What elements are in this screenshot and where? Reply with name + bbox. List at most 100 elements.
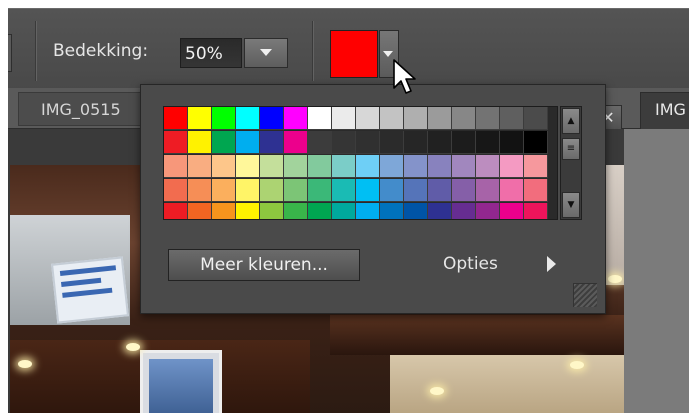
color-swatch-grid <box>163 106 558 220</box>
color-swatch-cell[interactable] <box>428 179 452 202</box>
color-swatch-cell[interactable] <box>236 155 260 178</box>
color-swatch-cell[interactable] <box>404 107 428 130</box>
color-swatch-cell[interactable] <box>380 203 404 219</box>
editor-window: Bedekking: 50% IMG_0515 ✕ IMG ▲ ≡ ▼ Meer… <box>8 8 689 413</box>
chevron-down-icon <box>260 49 272 56</box>
color-swatch-cell[interactable] <box>188 155 212 178</box>
more-colors-button[interactable]: Meer kleuren... <box>168 249 360 281</box>
color-swatch-cell[interactable] <box>284 203 308 219</box>
color-swatch-cell[interactable] <box>476 131 500 154</box>
color-swatch-cell[interactable] <box>500 107 524 130</box>
color-swatch-cell[interactable] <box>260 107 284 130</box>
color-swatch-cell[interactable] <box>452 179 476 202</box>
color-swatch-cell[interactable] <box>452 131 476 154</box>
color-swatch-cell[interactable] <box>164 155 188 178</box>
color-swatch-cell[interactable] <box>524 107 548 130</box>
resize-grip[interactable] <box>573 283 597 307</box>
scroll-down-button[interactable]: ▼ <box>562 192 580 218</box>
color-swatch-cell[interactable] <box>452 203 476 219</box>
arrow-right-icon[interactable] <box>547 256 556 272</box>
color-swatch-cell[interactable] <box>476 107 500 130</box>
color-swatch-cell[interactable] <box>476 155 500 178</box>
color-swatch-cell[interactable] <box>524 155 548 178</box>
color-swatch-cell[interactable] <box>332 203 356 219</box>
color-swatch-cell[interactable] <box>404 155 428 178</box>
color-swatch-cell[interactable] <box>476 179 500 202</box>
color-swatch-cell[interactable] <box>308 131 332 154</box>
color-swatch-cell[interactable] <box>380 179 404 202</box>
color-swatch-cell[interactable] <box>236 131 260 154</box>
color-swatch-cell[interactable] <box>284 179 308 202</box>
color-swatch-cell[interactable] <box>380 155 404 178</box>
color-swatch-cell[interactable] <box>404 179 428 202</box>
color-swatch-cell[interactable] <box>284 107 308 130</box>
color-swatch-cell[interactable] <box>308 179 332 202</box>
color-swatch-cell[interactable] <box>212 107 236 130</box>
color-swatch-cell[interactable] <box>164 203 188 219</box>
color-swatch-cell[interactable] <box>332 155 356 178</box>
color-swatch-cell[interactable] <box>356 107 380 130</box>
color-swatch-cell[interactable] <box>164 107 188 130</box>
color-swatch-cell[interactable] <box>212 179 236 202</box>
color-swatch-cell[interactable] <box>380 107 404 130</box>
color-swatch-cell[interactable] <box>356 155 380 178</box>
color-swatch-cell[interactable] <box>356 203 380 219</box>
color-swatch-cell[interactable] <box>236 179 260 202</box>
color-swatch-cell[interactable] <box>524 131 548 154</box>
color-swatch-cell[interactable] <box>524 203 548 219</box>
color-swatch-cell[interactable] <box>308 107 332 130</box>
color-swatch-cell[interactable] <box>428 131 452 154</box>
scroll-thumb[interactable]: ≡ <box>562 138 580 160</box>
color-swatch-cell[interactable] <box>404 203 428 219</box>
color-swatch-cell[interactable] <box>308 155 332 178</box>
color-swatch-cell[interactable] <box>356 131 380 154</box>
color-swatch-cell[interactable] <box>212 131 236 154</box>
options-menu[interactable]: Opties <box>443 254 498 274</box>
color-swatch-cell[interactable] <box>332 179 356 202</box>
color-swatch-cell[interactable] <box>308 203 332 219</box>
color-swatch-cell[interactable] <box>500 131 524 154</box>
swatch-row <box>164 107 557 131</box>
tab-img-0515[interactable]: IMG_0515 <box>18 92 143 126</box>
color-swatch-cell[interactable] <box>284 155 308 178</box>
color-swatch-cell[interactable] <box>476 203 500 219</box>
scroll-up-button[interactable]: ▲ <box>562 108 580 134</box>
color-swatch-cell[interactable] <box>284 131 308 154</box>
color-swatch-cell[interactable] <box>260 203 284 219</box>
color-swatch-cell[interactable] <box>452 155 476 178</box>
color-swatch-cell[interactable] <box>524 179 548 202</box>
color-swatch-cell[interactable] <box>332 131 356 154</box>
color-swatch-cell[interactable] <box>188 179 212 202</box>
color-swatch-cell[interactable] <box>212 155 236 178</box>
swatch-scrollbar[interactable]: ▲ ≡ ▼ <box>560 106 582 220</box>
color-swatch-cell[interactable] <box>332 107 356 130</box>
color-swatch-cell[interactable] <box>404 131 428 154</box>
color-swatch-cell[interactable] <box>452 107 476 130</box>
color-swatch-cell[interactable] <box>164 131 188 154</box>
separator <box>35 21 36 81</box>
color-swatch-cell[interactable] <box>260 155 284 178</box>
canvas-background <box>624 129 689 413</box>
color-swatch-cell[interactable] <box>380 131 404 154</box>
color-swatch-cell[interactable] <box>260 179 284 202</box>
color-swatch-cell[interactable] <box>164 179 188 202</box>
color-swatch-cell[interactable] <box>260 131 284 154</box>
color-swatch-cell[interactable] <box>500 155 524 178</box>
color-swatch-cell[interactable] <box>188 107 212 130</box>
color-swatch-cell[interactable] <box>428 155 452 178</box>
color-swatch-cell[interactable] <box>356 179 380 202</box>
color-swatch-cell[interactable] <box>236 203 260 219</box>
color-swatch-cell[interactable] <box>188 203 212 219</box>
color-swatch-cell[interactable] <box>500 203 524 219</box>
color-swatch-cell[interactable] <box>188 131 212 154</box>
color-swatch-cell[interactable] <box>428 203 452 219</box>
color-swatch-cell[interactable] <box>500 179 524 202</box>
color-swatch[interactable] <box>330 30 378 78</box>
swatch-row <box>164 203 557 219</box>
color-swatch-cell[interactable] <box>212 203 236 219</box>
opacity-dropdown-button[interactable] <box>244 38 288 68</box>
color-swatch-cell[interactable] <box>428 107 452 130</box>
opacity-input[interactable]: 50% <box>180 38 242 68</box>
tab-img[interactable]: IMG <box>640 92 689 129</box>
color-swatch-cell[interactable] <box>236 107 260 130</box>
